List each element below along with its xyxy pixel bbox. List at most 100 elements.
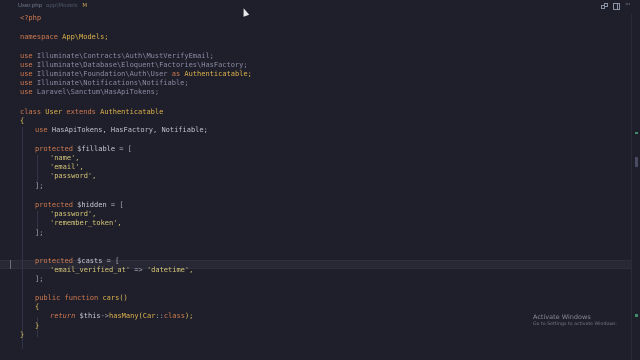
- open-brace: {: [20, 117, 25, 125]
- indent-guide: [37, 155, 38, 185]
- tab-filename: User.php: [18, 3, 43, 9]
- method-name: cars: [102, 294, 120, 302]
- protected-keyword: protected: [35, 201, 73, 209]
- code-line: protected $casts = [: [35, 257, 119, 266]
- array-close: ];: [35, 275, 44, 283]
- tab-path: app\Models: [46, 3, 78, 9]
- code-line: ];: [35, 229, 43, 238]
- close-brace: }: [35, 322, 40, 330]
- watermark-subtitle: Go to Settings to activate Windows.: [533, 322, 617, 327]
- use-keyword: use: [20, 88, 33, 96]
- split-editor-icon[interactable]: [613, 3, 620, 10]
- string-literal: 'email',: [50, 163, 84, 171]
- use-keyword: use: [20, 70, 33, 78]
- assign-operator: = [: [106, 201, 124, 209]
- scope-operator: ::: [155, 312, 164, 320]
- code-line: use Illuminate\Notifications\Notifiable;: [20, 79, 189, 88]
- namespace-keyword: namespace: [20, 33, 58, 41]
- return-keyword: return: [50, 312, 76, 320]
- use-path: Laravel\Sanctum\HasApiTokens;: [36, 88, 160, 96]
- close-brace: }: [20, 331, 25, 339]
- casts-variable: $casts: [77, 257, 103, 265]
- use-alias: Authenticatable;: [184, 70, 252, 78]
- code-line: {: [20, 117, 24, 126]
- use-path: Illuminate\Contracts\Auth\MustVerifyEmai…: [36, 52, 214, 60]
- code-line: }: [35, 322, 39, 331]
- string-literal: 'password',: [50, 172, 97, 180]
- code-line: protected $fillable = [: [35, 145, 132, 154]
- class-name: User: [45, 108, 63, 116]
- string-literal: 'datetime',: [146, 266, 194, 274]
- object-arrow: ->: [100, 312, 110, 320]
- string-literal: 'password',: [50, 210, 97, 218]
- assign-operator: = [: [102, 257, 120, 265]
- code-line: 'remember_token',: [50, 219, 122, 228]
- code-line: 'name',: [50, 154, 80, 163]
- code-line: class User extends Authenticatable: [20, 108, 163, 117]
- assign-operator: = [: [115, 145, 132, 153]
- code-line: protected $hidden = [: [35, 201, 124, 210]
- class-reference: Car: [142, 312, 156, 320]
- close-paren: );: [184, 312, 194, 320]
- code-line: <?php: [20, 14, 41, 23]
- code-line: 'email_verified_at' => 'datetime',: [50, 266, 193, 275]
- activation-watermark: Activate Windows Go to Settings to activ…: [533, 313, 617, 327]
- scroll-marker: [635, 314, 638, 317]
- compare-icon[interactable]: [601, 3, 608, 10]
- code-line: return $this->hasMany(Car::class);: [50, 312, 193, 321]
- watermark-title: Activate Windows: [533, 313, 591, 321]
- code-line: 'password',: [50, 210, 96, 219]
- code-line: use HasApiTokens, HasFactory, Notifiable…: [35, 126, 208, 135]
- hidden-variable: $hidden: [77, 201, 107, 209]
- file-tab[interactable]: User.php app\Models M: [18, 3, 87, 9]
- scroll-marker: [635, 132, 638, 134]
- more-actions-icon[interactable]: [625, 0, 632, 10]
- indent-guide: [37, 211, 38, 231]
- class-keyword: class: [20, 108, 42, 116]
- editor-actions: [601, 0, 632, 10]
- use-keyword: use: [20, 61, 33, 69]
- trait-list: HasApiTokens, HasFactory, Notifiable;: [51, 126, 208, 134]
- open-brace: {: [35, 303, 40, 311]
- protected-keyword: protected: [35, 145, 73, 153]
- code-line: use Illuminate\Database\Eloquent\Factori…: [20, 61, 248, 70]
- php-open-tag: <?php: [20, 14, 42, 22]
- public-keyword: public: [35, 294, 61, 302]
- use-path: Illuminate\Database\Eloquent\Factories\H…: [36, 61, 248, 69]
- string-literal: 'email_verified_at': [50, 266, 131, 274]
- code-line: use Laravel\Sanctum\HasApiTokens;: [20, 88, 159, 97]
- code-editor[interactable]: <?php namespace App\Models; use Illumina…: [0, 14, 632, 360]
- code-line: 'password',: [50, 172, 96, 181]
- code-line: use Illuminate\Foundation\Auth\User as A…: [20, 70, 252, 79]
- method-call: hasMany: [109, 312, 139, 320]
- code-line: use Illuminate\Contracts\Auth\MustVerify…: [20, 52, 214, 61]
- editor-tab-bar: User.php app\Models M: [0, 0, 640, 14]
- string-literal: 'remember_token',: [50, 219, 122, 227]
- vertical-scrollbar[interactable]: [631, 14, 640, 360]
- method-parens: (): [119, 294, 128, 302]
- string-literal: 'name',: [50, 154, 80, 162]
- protected-keyword: protected: [35, 257, 73, 265]
- scroll-thumb[interactable]: [635, 157, 638, 167]
- code-line: 'email',: [50, 163, 84, 172]
- extends-keyword: extends: [66, 108, 96, 116]
- gutter-change-mark: [10, 260, 11, 269]
- use-keyword: use: [20, 52, 33, 60]
- function-keyword: function: [64, 294, 99, 302]
- as-keyword: as: [171, 70, 181, 78]
- code-line: ];: [35, 275, 43, 284]
- use-keyword: use: [20, 79, 33, 87]
- code-line: public function cars(): [35, 294, 128, 303]
- code-line: }: [20, 331, 24, 340]
- use-path: Illuminate\Foundation\Auth\User: [36, 70, 168, 78]
- use-keyword: use: [35, 126, 48, 134]
- code-line: namespace App\Models;: [20, 33, 109, 42]
- double-arrow: =>: [130, 266, 147, 274]
- array-close: ];: [35, 229, 44, 237]
- code-line: ];: [35, 182, 43, 191]
- fillable-variable: $fillable: [77, 145, 116, 153]
- use-path: Illuminate\Notifications\Notifiable;: [36, 79, 189, 87]
- array-close: ];: [35, 182, 44, 190]
- indent-guide: [22, 127, 23, 349]
- this-variable: $this: [79, 312, 101, 320]
